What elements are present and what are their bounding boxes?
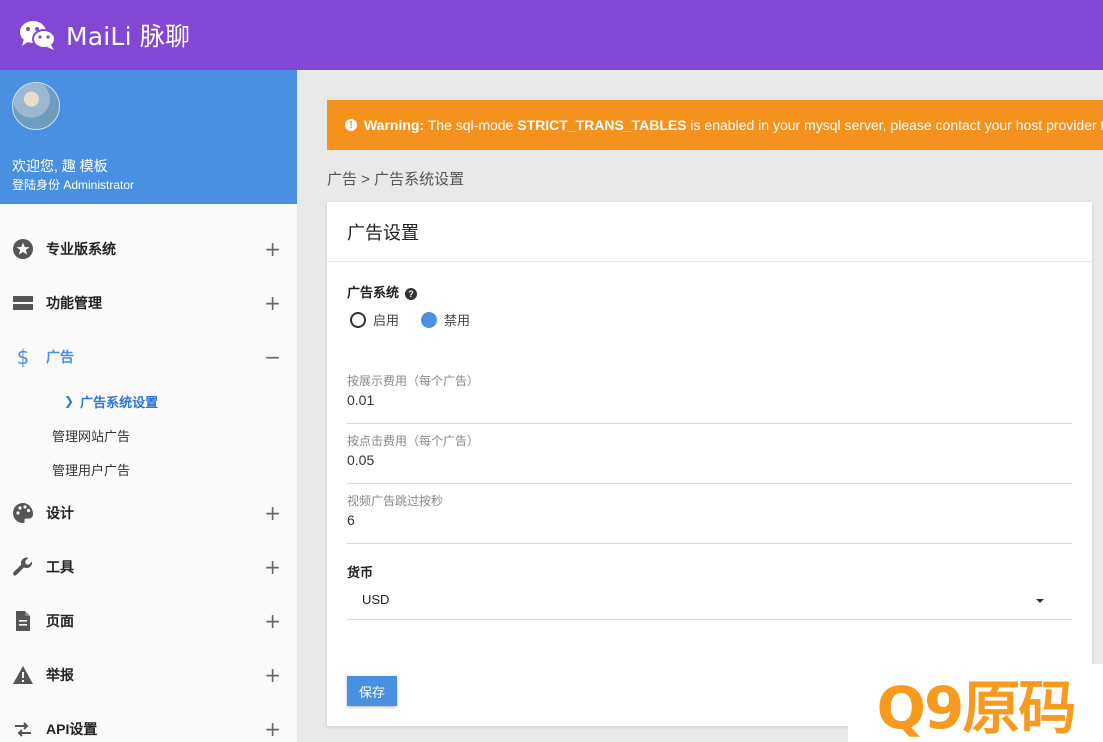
brand-title[interactable]: MaiLi 脉聊 — [66, 17, 190, 53]
ad-system-label: 广告系统? — [347, 282, 418, 301]
sidebar-item-label: 工具 — [46, 559, 74, 575]
sidebar-menu: 专业版系统 + 功能管理 + $ 广告 − ❯ 广告系统设置 管理网站广告 管理… — [0, 222, 297, 742]
sidebar-item-label: 专业版系统 — [46, 241, 116, 257]
help-icon[interactable]: ? — [405, 287, 418, 300]
watermark-text: Q9原码 — [876, 674, 1077, 742]
radio-disable[interactable]: 禁用 — [421, 310, 470, 329]
user-profile: 欢迎您, 趣 模板 登陆身份 Administrator — [0, 70, 297, 204]
radio-disable-label: 禁用 — [444, 313, 471, 328]
expand-icon[interactable]: + — [264, 609, 281, 633]
cpm-field-label: 按展示费用（每个广告） — [347, 374, 480, 388]
welcome-text: 欢迎您, 趣 模板 — [12, 158, 108, 174]
sidebar-item-features[interactable]: 功能管理 + — [0, 276, 297, 330]
currency-label: 货币 — [347, 565, 374, 580]
expand-icon[interactable]: + — [264, 717, 281, 741]
video-skip-field[interactable]: 视频广告跳过按秒 6 — [347, 492, 1072, 544]
expand-icon[interactable]: + — [264, 237, 281, 261]
expand-icon[interactable]: + — [264, 555, 281, 579]
expand-icon[interactable]: + — [264, 291, 281, 315]
warning-icon — [12, 664, 34, 686]
dollar-icon: $ — [12, 346, 34, 368]
sidebar-item-label: 广告 — [46, 349, 74, 365]
submenu-item-user-ads[interactable]: 管理用户广告 — [0, 452, 297, 486]
wechat-icon — [20, 21, 56, 50]
cpc-field-label: 按点击费用（每个广告） — [347, 434, 480, 448]
sidebar: 欢迎您, 趣 模板 登陆身份 Administrator 专业版系统 + 功能管… — [0, 70, 297, 742]
sidebar-item-label: 页面 — [46, 613, 74, 629]
collapse-icon[interactable]: − — [264, 345, 281, 369]
radio-enable-label: 启用 — [373, 313, 400, 328]
expand-icon[interactable]: + — [264, 663, 281, 687]
role-text: 登陆身份 Administrator — [12, 178, 135, 192]
submenu-item-ad-settings[interactable]: ❯ 广告系统设置 — [0, 384, 297, 418]
cpm-field-value[interactable]: 0.01 — [347, 392, 374, 408]
warning-prefix: Warning: — [363, 117, 425, 133]
caret-down-icon — [1036, 599, 1044, 603]
video-skip-field-value[interactable]: 6 — [347, 512, 355, 528]
radio-circle-icon[interactable] — [350, 311, 366, 328]
currency-value: USD — [362, 592, 390, 607]
expand-icon[interactable]: + — [264, 501, 281, 525]
main-content: ! Warning: The sql-mode STRICT_TRANS_TAB… — [297, 70, 1103, 742]
cpc-field[interactable]: 按点击费用（每个广告） 0.05 — [347, 432, 1072, 484]
warning-code: STRICT_TRANS_TABLES — [517, 117, 687, 133]
wrench-icon — [12, 556, 34, 578]
alert-icon: ! — [345, 119, 357, 131]
warning-banner: ! Warning: The sql-mode STRICT_TRANS_TAB… — [327, 100, 1103, 150]
radio-enable[interactable]: 启用 — [350, 310, 399, 329]
cpm-field[interactable]: 按展示费用（每个广告） 0.01 — [347, 372, 1072, 424]
sidebar-item-design[interactable]: 设计 + — [0, 486, 297, 540]
document-icon — [12, 610, 34, 632]
ad-settings-card: 广告设置 广告系统? 启用 禁用 按展示费用（每个广告） 0.01 按点击费用（… — [327, 202, 1092, 726]
layout-icon — [12, 292, 34, 314]
submenu-item-label: 管理用户广告 — [52, 462, 131, 478]
transfer-icon — [12, 718, 34, 740]
submenu-item-label: 广告系统设置 — [80, 394, 159, 410]
sidebar-item-label: API设置 — [46, 721, 98, 737]
chevron-right-icon: ❯ — [64, 394, 75, 408]
sidebar-item-label: 设计 — [46, 505, 74, 521]
sidebar-item-reports[interactable]: 举报 + — [0, 648, 297, 702]
star-circle-icon — [12, 238, 34, 260]
warning-text-1: The sql-mode — [424, 117, 518, 133]
sidebar-item-label: 举报 — [46, 667, 74, 683]
video-skip-field-label: 视频广告跳过按秒 — [347, 494, 444, 508]
avatar[interactable] — [12, 82, 60, 130]
submenu-item-label: 管理网站广告 — [52, 428, 131, 444]
sidebar-item-api-settings[interactable]: API设置 + — [0, 702, 297, 742]
breadcrumb: 广告 > 广告系统设置 — [327, 171, 465, 188]
palette-icon — [12, 502, 34, 524]
submenu-item-site-ads[interactable]: 管理网站广告 — [0, 418, 297, 452]
card-title: 广告设置 — [327, 202, 1092, 262]
ads-submenu: ❯ 广告系统设置 管理网站广告 管理用户广告 — [0, 384, 297, 486]
cpc-field-value[interactable]: 0.05 — [347, 452, 374, 468]
sidebar-item-label: 功能管理 — [46, 295, 102, 311]
currency-select[interactable]: USD — [347, 588, 1072, 620]
svg-text:$: $ — [17, 346, 30, 368]
warning-text-2: is enabled in your mysql server, please … — [686, 117, 1103, 133]
top-bar: MaiLi 脉聊 — [0, 0, 1103, 70]
save-button[interactable]: 保存 — [347, 676, 397, 706]
sidebar-item-pro-system[interactable]: 专业版系统 + — [0, 222, 297, 276]
sidebar-item-pages[interactable]: 页面 + — [0, 594, 297, 648]
watermark: Q9原码 — [848, 664, 1103, 742]
radio-checked-icon[interactable] — [421, 311, 438, 328]
sidebar-item-tools[interactable]: 工具 + — [0, 540, 297, 594]
ad-system-radio-group: 启用 禁用 — [350, 310, 492, 329]
ad-system-label-text: 广告系统 — [347, 285, 400, 300]
sidebar-item-ads[interactable]: $ 广告 − — [0, 330, 297, 384]
